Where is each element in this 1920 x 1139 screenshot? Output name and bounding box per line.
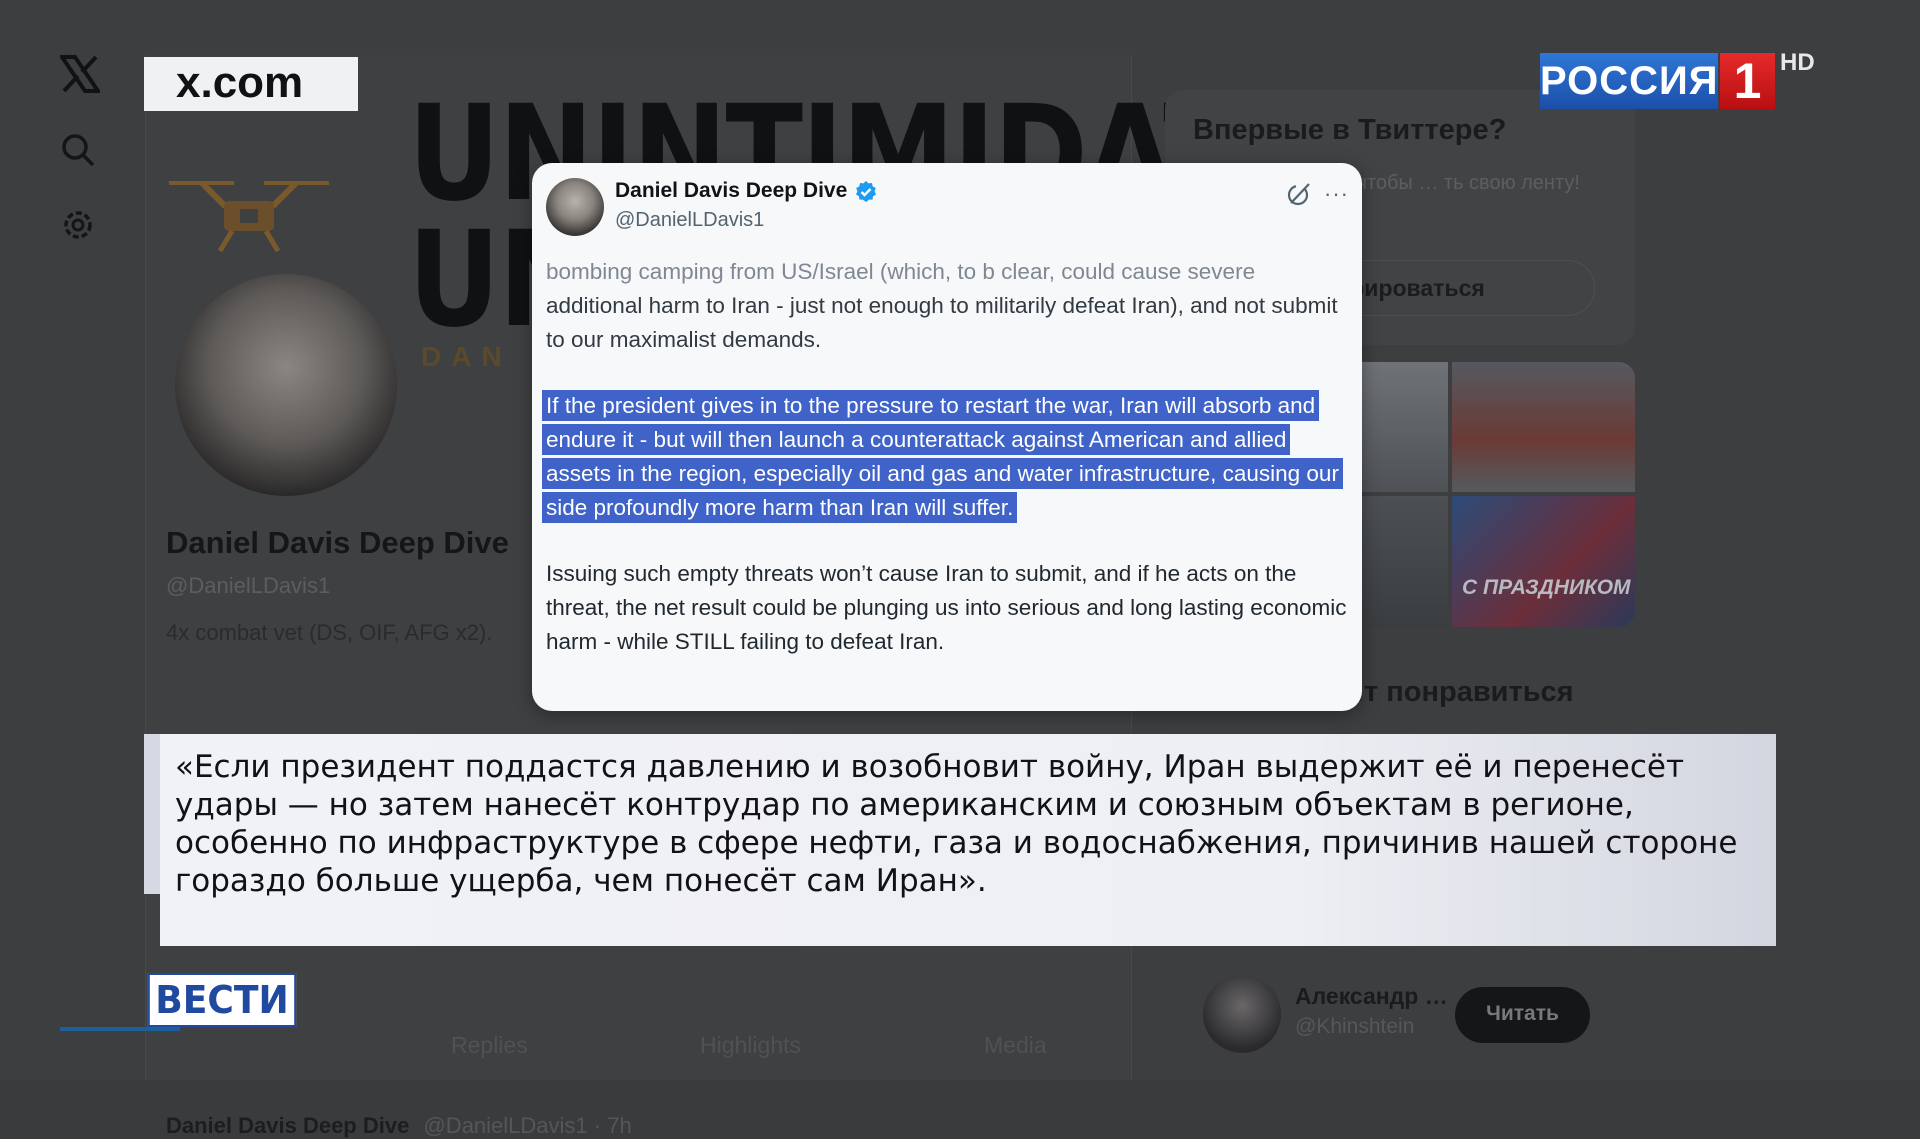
tweet-paragraph-1-faded: bombing camping from US/Israel (which, t…	[546, 259, 1256, 284]
media-preview-grid[interactable]: С ПРАЗДНИКОМ	[1325, 362, 1635, 627]
media-thumb[interactable]	[1452, 362, 1635, 492]
drone-logo-icon	[169, 180, 329, 253]
site-url-caption: x.com	[144, 57, 358, 111]
profile-name: Daniel Davis Deep Dive	[166, 525, 509, 560]
promo-thumb-text: С ПРАЗДНИКОМ	[1462, 576, 1631, 599]
follow-button-label: Читать	[1486, 1002, 1559, 1025]
tweet-paragraph-2: If the president gives in to the pressur…	[546, 389, 1354, 525]
tweet-author-handle: @DanielLDavis1	[615, 209, 765, 231]
timeline-tweet-handle: @DanielLDavis1 · 7h	[423, 1113, 632, 1138]
tweet-paragraph-1-rest: additional harm to Iran - just not enoug…	[546, 293, 1338, 352]
suggestion-name[interactable]: Александр …	[1295, 983, 1448, 1010]
x-logo-icon[interactable]	[58, 55, 104, 98]
more-options-icon[interactable]: ···	[1324, 181, 1349, 207]
follow-suggestion: Александр … @Khinshtein Читать	[1193, 975, 1653, 1060]
channel-name: РОССИЯ	[1540, 53, 1718, 109]
tweet-paragraph-3: Issuing such empty threats won’t cause I…	[546, 561, 1347, 654]
profile-avatar[interactable]	[171, 270, 401, 500]
tab-media[interactable]: Media	[984, 1032, 1047, 1059]
tab-highlights[interactable]: Highlights	[700, 1032, 801, 1059]
grok-icon[interactable]	[1286, 181, 1312, 207]
timeline-tweet-name: Daniel Davis Deep Dive	[166, 1113, 410, 1138]
tweet-text: bombing camping from US/Israel (which, t…	[546, 255, 1354, 659]
tweet-paragraph-1: bombing camping from US/Israel (which, t…	[546, 255, 1354, 357]
media-thumb[interactable]: С ПРАЗДНИКОМ	[1452, 496, 1635, 627]
new-to-twitter-title: Впервые в Твиттере?	[1193, 114, 1507, 146]
profile-tabs: Replies Highlights Media	[146, 1020, 1131, 1070]
profile-handle: @DanielLDavis1	[166, 573, 331, 598]
highlighted-quote: If the president gives in to the pressur…	[546, 390, 1339, 523]
banner-subtitle: DAN	[421, 341, 512, 372]
follow-button[interactable]: Читать	[1455, 987, 1590, 1043]
suggestion-avatar[interactable]	[1203, 975, 1281, 1053]
subtitle-text: «Если президент поддастся давлению и воз…	[175, 749, 1738, 899]
suggestion-handle: @Khinshtein	[1295, 1015, 1415, 1038]
search-icon[interactable]	[60, 132, 104, 173]
tweet-card: Daniel Davis Deep Dive @DanielLDavis1 ··…	[532, 163, 1362, 711]
hd-badge: HD	[1780, 49, 1815, 76]
verified-badge-icon	[856, 181, 876, 202]
translation-subtitle: «Если президент поддастся давлению и воз…	[160, 734, 1776, 946]
settings-icon[interactable]	[60, 207, 104, 248]
you-might-like-title: …т понравиться	[1335, 676, 1574, 708]
profile-bio: 4x combat vet (DS, OIF, AFG x2).	[166, 620, 493, 645]
tab-replies[interactable]: Replies	[451, 1032, 528, 1059]
channel-number: 1	[1720, 53, 1775, 109]
timeline-tweet-header[interactable]: Daniel Davis Deep Dive @DanielLDavis1 · …	[166, 1113, 632, 1139]
tweet-author-name[interactable]: Daniel Davis Deep Dive	[615, 179, 847, 203]
active-tab-indicator	[60, 1027, 180, 1031]
tweet-author-avatar[interactable]	[546, 178, 604, 236]
subtitle-accent	[144, 734, 160, 894]
left-navigation	[58, 55, 104, 282]
program-logo: ВЕСТИ	[147, 973, 297, 1027]
